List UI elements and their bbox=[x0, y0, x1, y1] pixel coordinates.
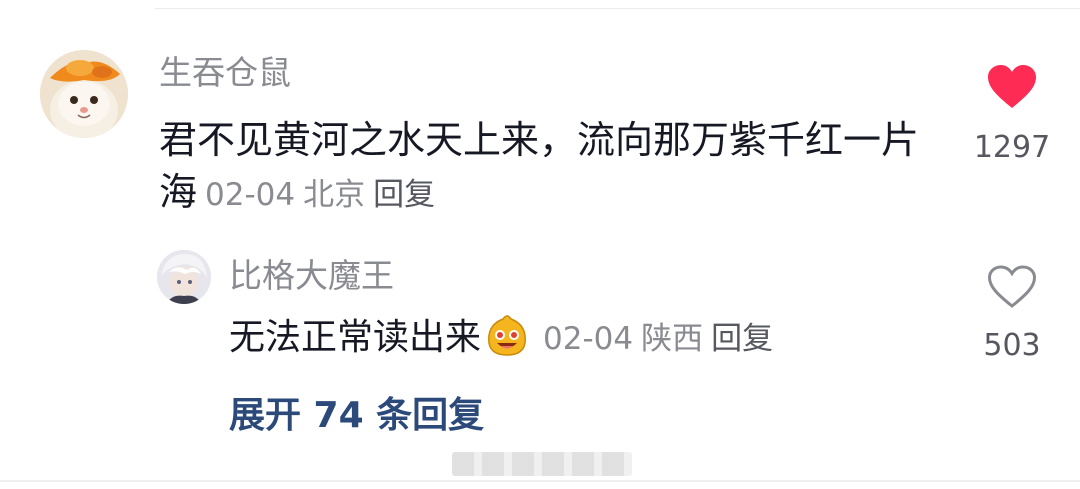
anime-avatar-icon bbox=[157, 250, 211, 304]
avatar[interactable] bbox=[157, 250, 211, 304]
comment-location: 北京 bbox=[303, 177, 366, 213]
watermark bbox=[452, 452, 632, 476]
reply-body: 无法正常读出来 bbox=[229, 317, 482, 358]
like-button[interactable]: 1297 bbox=[962, 64, 1062, 168]
reply-button[interactable]: 回复 bbox=[711, 321, 773, 357]
avatar[interactable] bbox=[40, 50, 128, 138]
like-count: 1297 bbox=[973, 130, 1051, 165]
comment-meta: 02-04 北京 回复 bbox=[205, 177, 443, 213]
comment-username[interactable]: 生吞仓鼠 bbox=[159, 50, 291, 96]
top-divider bbox=[155, 8, 1080, 9]
heart-outline-icon bbox=[987, 265, 1037, 308]
like-button[interactable]: 503 bbox=[962, 264, 1062, 366]
grinning-emoji-icon bbox=[483, 313, 531, 357]
cat-avatar-icon bbox=[40, 50, 128, 138]
bottom-divider bbox=[0, 480, 1080, 482]
reply-username[interactable]: 比格大魔王 bbox=[229, 253, 394, 299]
comment-text: 君不见黄河之水天上来，流向那万紫千红一片海 02-04 北京 回复 bbox=[159, 114, 939, 221]
reply-meta: 02-04 陕西 回复 bbox=[543, 321, 781, 357]
reply-date: 02-04 bbox=[543, 321, 634, 357]
like-count: 503 bbox=[983, 328, 1041, 363]
reply-text: 无法正常读出来 02-04 陕西 回复 bbox=[229, 313, 949, 364]
comment-date: 02-04 bbox=[205, 177, 296, 213]
heart-filled-icon bbox=[988, 65, 1036, 108]
reply-location: 陕西 bbox=[641, 321, 704, 357]
reply-button[interactable]: 回复 bbox=[373, 177, 435, 213]
expand-replies-button[interactable]: 展开 74 条回复 bbox=[229, 392, 484, 440]
